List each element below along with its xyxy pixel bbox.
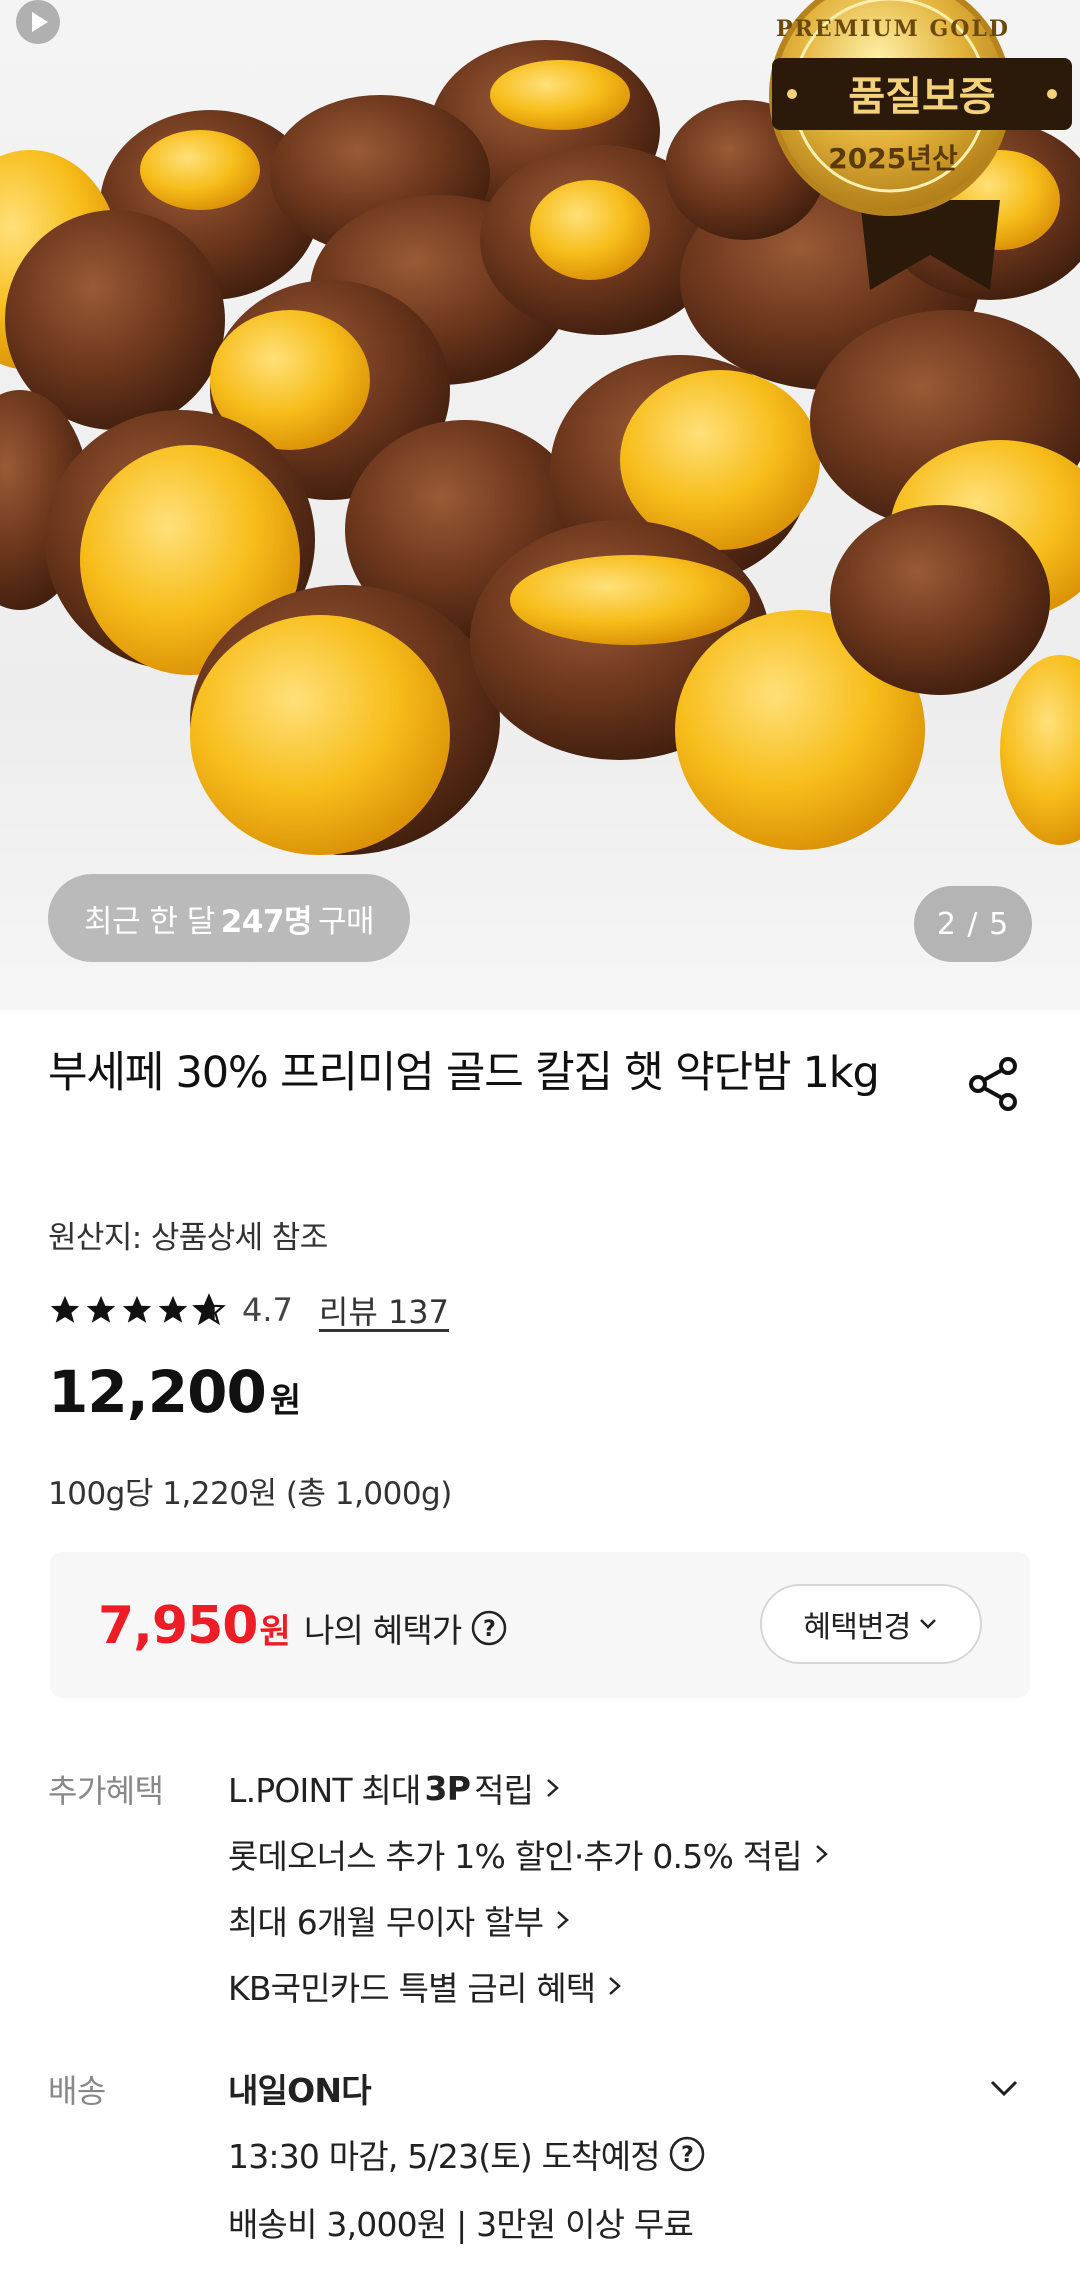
recent-purchase-badge: 최근 한 달 247명 구매 [48,874,411,962]
benefit-lotte-owners-link[interactable]: 롯데오너스 추가 1% 할인·추가 0.5% 적립 [228,1830,832,1878]
benefit-line-text: KB국민카드 특별 금리 혜택 [228,1969,596,2008]
badge-year-text: 2025년산 [828,142,958,175]
purchase-prefix: 최근 한 달 [84,903,215,940]
shipping-label: 배송 [48,2072,106,2110]
shipping-title: 내일ON다 [228,2071,372,2110]
rating-row: 4.7 리뷰 137 [48,1286,449,1334]
price-unit: 원 [269,1381,302,1421]
chevron-down-icon [919,1619,936,1629]
product-image-carousel[interactable]: 품질보증 2025년산 PREMIUM GOLD 최근 한 달 247명 구매 … [0,0,1080,1010]
benefit-kb-card-link[interactable]: KB국민카드 특별 금리 혜택 [228,1962,625,2010]
benefit-price-unit: 원 [259,1612,291,1652]
shipping-eta: 13:30 마감, 5/23(토) 도착예정 ? [228,2130,706,2178]
chestnut-photo: 품질보증 2025년산 PREMIUM GOLD [0,0,1080,855]
svg-text:?: ? [681,2143,693,2168]
price-amount: 12,200 [48,1358,267,1426]
change-benefit-button[interactable]: 혜택변경 [760,1584,982,1664]
shipping-eta-text: 13:30 마감, 5/23(토) 도착예정 [228,2137,661,2176]
chevron-right-icon [609,1977,622,1995]
benefit-installment-link[interactable]: 최대 6개월 무이자 할부 [228,1896,573,1944]
benefit-label: 나의 혜택가 ? [304,1604,508,1652]
change-benefit-label: 혜택변경 [803,1610,911,1645]
image-page-counter: 2 / 5 [914,886,1032,962]
benefit-line-text: 롯데오너스 추가 1% 할인·추가 0.5% 적립 [228,1837,803,1876]
purchase-count: 247명 [220,903,313,940]
product-title: 부세페 30% 프리미엄 골드 칼집 햇 약단밤 1kg [48,1048,880,1098]
benefit-price-amount: 7,950 [98,1596,258,1656]
star-full-icon [122,1295,152,1323]
benefit-line-text: L.POINT 최대 [228,1771,421,1810]
badge-main-text: 품질보증 [848,74,995,120]
review-count-link[interactable]: 리뷰 137 [319,1287,449,1333]
shipping-fee: 배송비 3,000원 | 3만원 이상 무료 [228,2205,694,2244]
purchase-suffix: 구매 [318,903,375,940]
benefit-line-bold: 3P [424,1768,471,1808]
benefit-price-box: 7,950 원 나의 혜택가 ? 혜택변경 [50,1552,1030,1698]
star-rating [48,1293,226,1327]
star-full-icon [158,1295,188,1323]
benefit-label-text: 나의 혜택가 [304,1611,462,1650]
chevron-right-icon [557,1911,570,1929]
benefit-lpoint-link[interactable]: L.POINT 최대 3P 적립 [228,1764,563,1812]
star-partial-icon [192,1293,226,1326]
star-full-icon [86,1295,116,1323]
share-icon[interactable] [964,1054,1024,1114]
original-price: 12,200 원 [48,1358,301,1426]
badge-top-text: PREMIUM GOLD [776,16,1010,42]
star-full-icon [50,1295,80,1323]
chevron-down-icon[interactable] [984,2068,1024,2108]
origin-info: 원산지: 상품상세 참조 [48,1220,328,1256]
benefit-line-text: 최대 6개월 무이자 할부 [228,1903,544,1942]
help-icon[interactable]: ? [668,2135,706,2173]
unit-price: 100g당 1,220원 (총 1,000g) [48,1476,452,1512]
benefit-line-text: 적립 [474,1771,534,1810]
help-icon[interactable]: ? [470,1609,508,1647]
svg-text:?: ? [483,1617,495,1642]
rating-value: 4.7 [242,1291,293,1329]
chevron-right-icon [815,1845,828,1863]
chevron-right-icon [547,1779,560,1797]
play-icon[interactable] [0,0,76,48]
benefit-price: 7,950 원 [98,1596,291,1656]
extra-benefits-label: 추가혜택 [48,1772,164,1810]
